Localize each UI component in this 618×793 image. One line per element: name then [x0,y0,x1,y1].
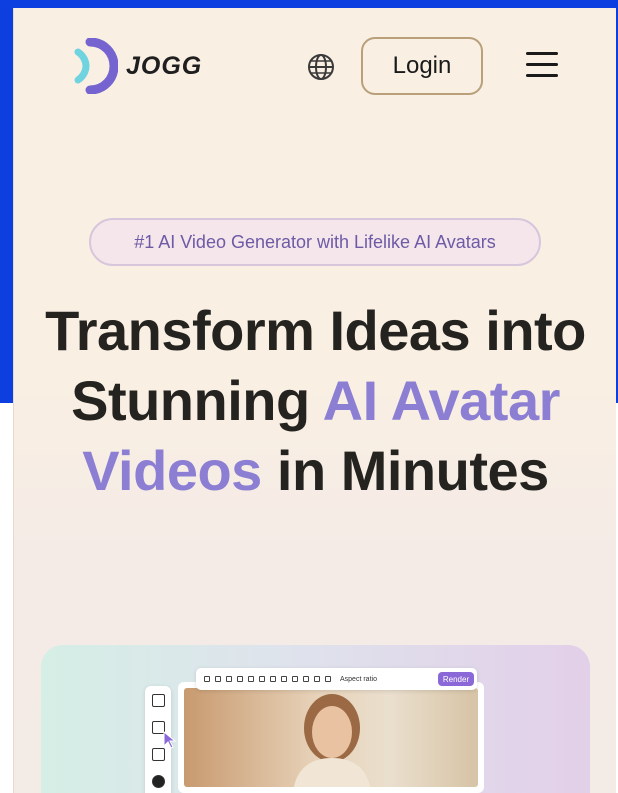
tool-icon [325,676,331,682]
menu-bar [526,74,558,77]
tool-icon [314,676,320,682]
site-header: JOGG Login [14,8,616,128]
avatar-video-preview [184,688,478,787]
tool-icon [281,676,287,682]
editor-top-toolbar: Aspect ratio [196,668,477,690]
globe-icon[interactable] [306,52,336,82]
hamburger-menu-icon[interactable] [526,52,560,82]
text-tool-icon [151,694,165,707]
menu-bar [526,52,558,55]
login-button[interactable]: Login [361,37,483,95]
sticker-tool-icon [151,775,165,788]
avatar-figure [294,694,370,787]
brand-logo[interactable]: JOGG [66,38,206,94]
tool-icon [226,676,232,682]
menu-bar [526,63,558,66]
logo-mark-icon [74,38,118,94]
tool-icon [292,676,298,682]
video-canvas [178,682,484,793]
tool-icon [215,676,221,682]
hero-badge: #1 AI Video Generator with Lifelike AI A… [89,218,541,266]
tool-icon [259,676,265,682]
tool-icon [248,676,254,682]
render-button: Render [438,672,474,686]
headline-text-end: in Minutes [261,439,549,502]
mouse-cursor-icon [163,731,177,749]
brand-name: JOGG [126,51,203,80]
tool-icon [237,676,243,682]
tool-icon [303,676,309,682]
tool-icon [204,676,210,682]
media-tool-icon [151,748,165,761]
hero-headline: Transform Ideas into Stunning AI Avatar … [34,296,597,506]
tool-icon [270,676,276,682]
aspect-ratio-label: Aspect ratio [340,675,377,683]
